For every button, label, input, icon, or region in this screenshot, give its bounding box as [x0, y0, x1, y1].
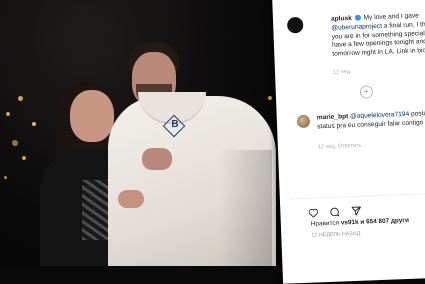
load-more-comments-button[interactable]: + — [359, 85, 374, 99]
caption-time: 12 нед. — [332, 69, 352, 76]
verified-badge-icon — [354, 14, 361, 22]
bokeh-light — [12, 140, 18, 146]
bokeh-light — [32, 122, 36, 126]
plus-icon: + — [363, 86, 370, 97]
caption-text-prefix: My love and I gave — [363, 12, 420, 22]
caption-author[interactable]: aplusk — [331, 15, 352, 23]
likes-user[interactable]: vs91k — [341, 219, 359, 227]
comment: marie_bpt @aquelelovera7194 posta um sta… — [317, 109, 425, 131]
bokeh-light — [22, 156, 26, 160]
woman-hand — [118, 190, 144, 208]
post-date: 12 НЕДЕЛЬ НАЗАД — [311, 230, 361, 239]
author-avatar[interactable] — [286, 16, 304, 34]
bokeh-light — [18, 96, 23, 101]
likes-prefix: Нравится — [310, 219, 340, 228]
caption-mention[interactable]: @uberunaproject — [331, 23, 382, 32]
post-caption: aplusk My love and I gave @uberunaprojec… — [331, 11, 425, 59]
woman-face — [70, 90, 114, 142]
likes-count[interactable]: и 654 807 други — [360, 217, 409, 226]
instagram-comments-panel: ••• aplusk My love and I gave @uberunapr… — [272, 0, 425, 284]
bokeh-light — [4, 176, 7, 179]
man-arm-shadow — [220, 150, 272, 266]
post-photo[interactable]: B — [0, 0, 286, 266]
hoodie-logo-letter: B — [171, 119, 179, 130]
bokeh-light — [268, 96, 272, 100]
bokeh-light — [6, 112, 10, 116]
comment-meta[interactable]: 12 нед. Ответить — [318, 143, 362, 151]
commenter-avatar[interactable] — [296, 114, 311, 129]
comment-mention[interactable]: @aquelelovera7194 — [350, 111, 409, 120]
divider — [289, 192, 425, 200]
man-hand — [142, 148, 172, 170]
comment-author[interactable]: marie_bpt — [317, 113, 349, 121]
